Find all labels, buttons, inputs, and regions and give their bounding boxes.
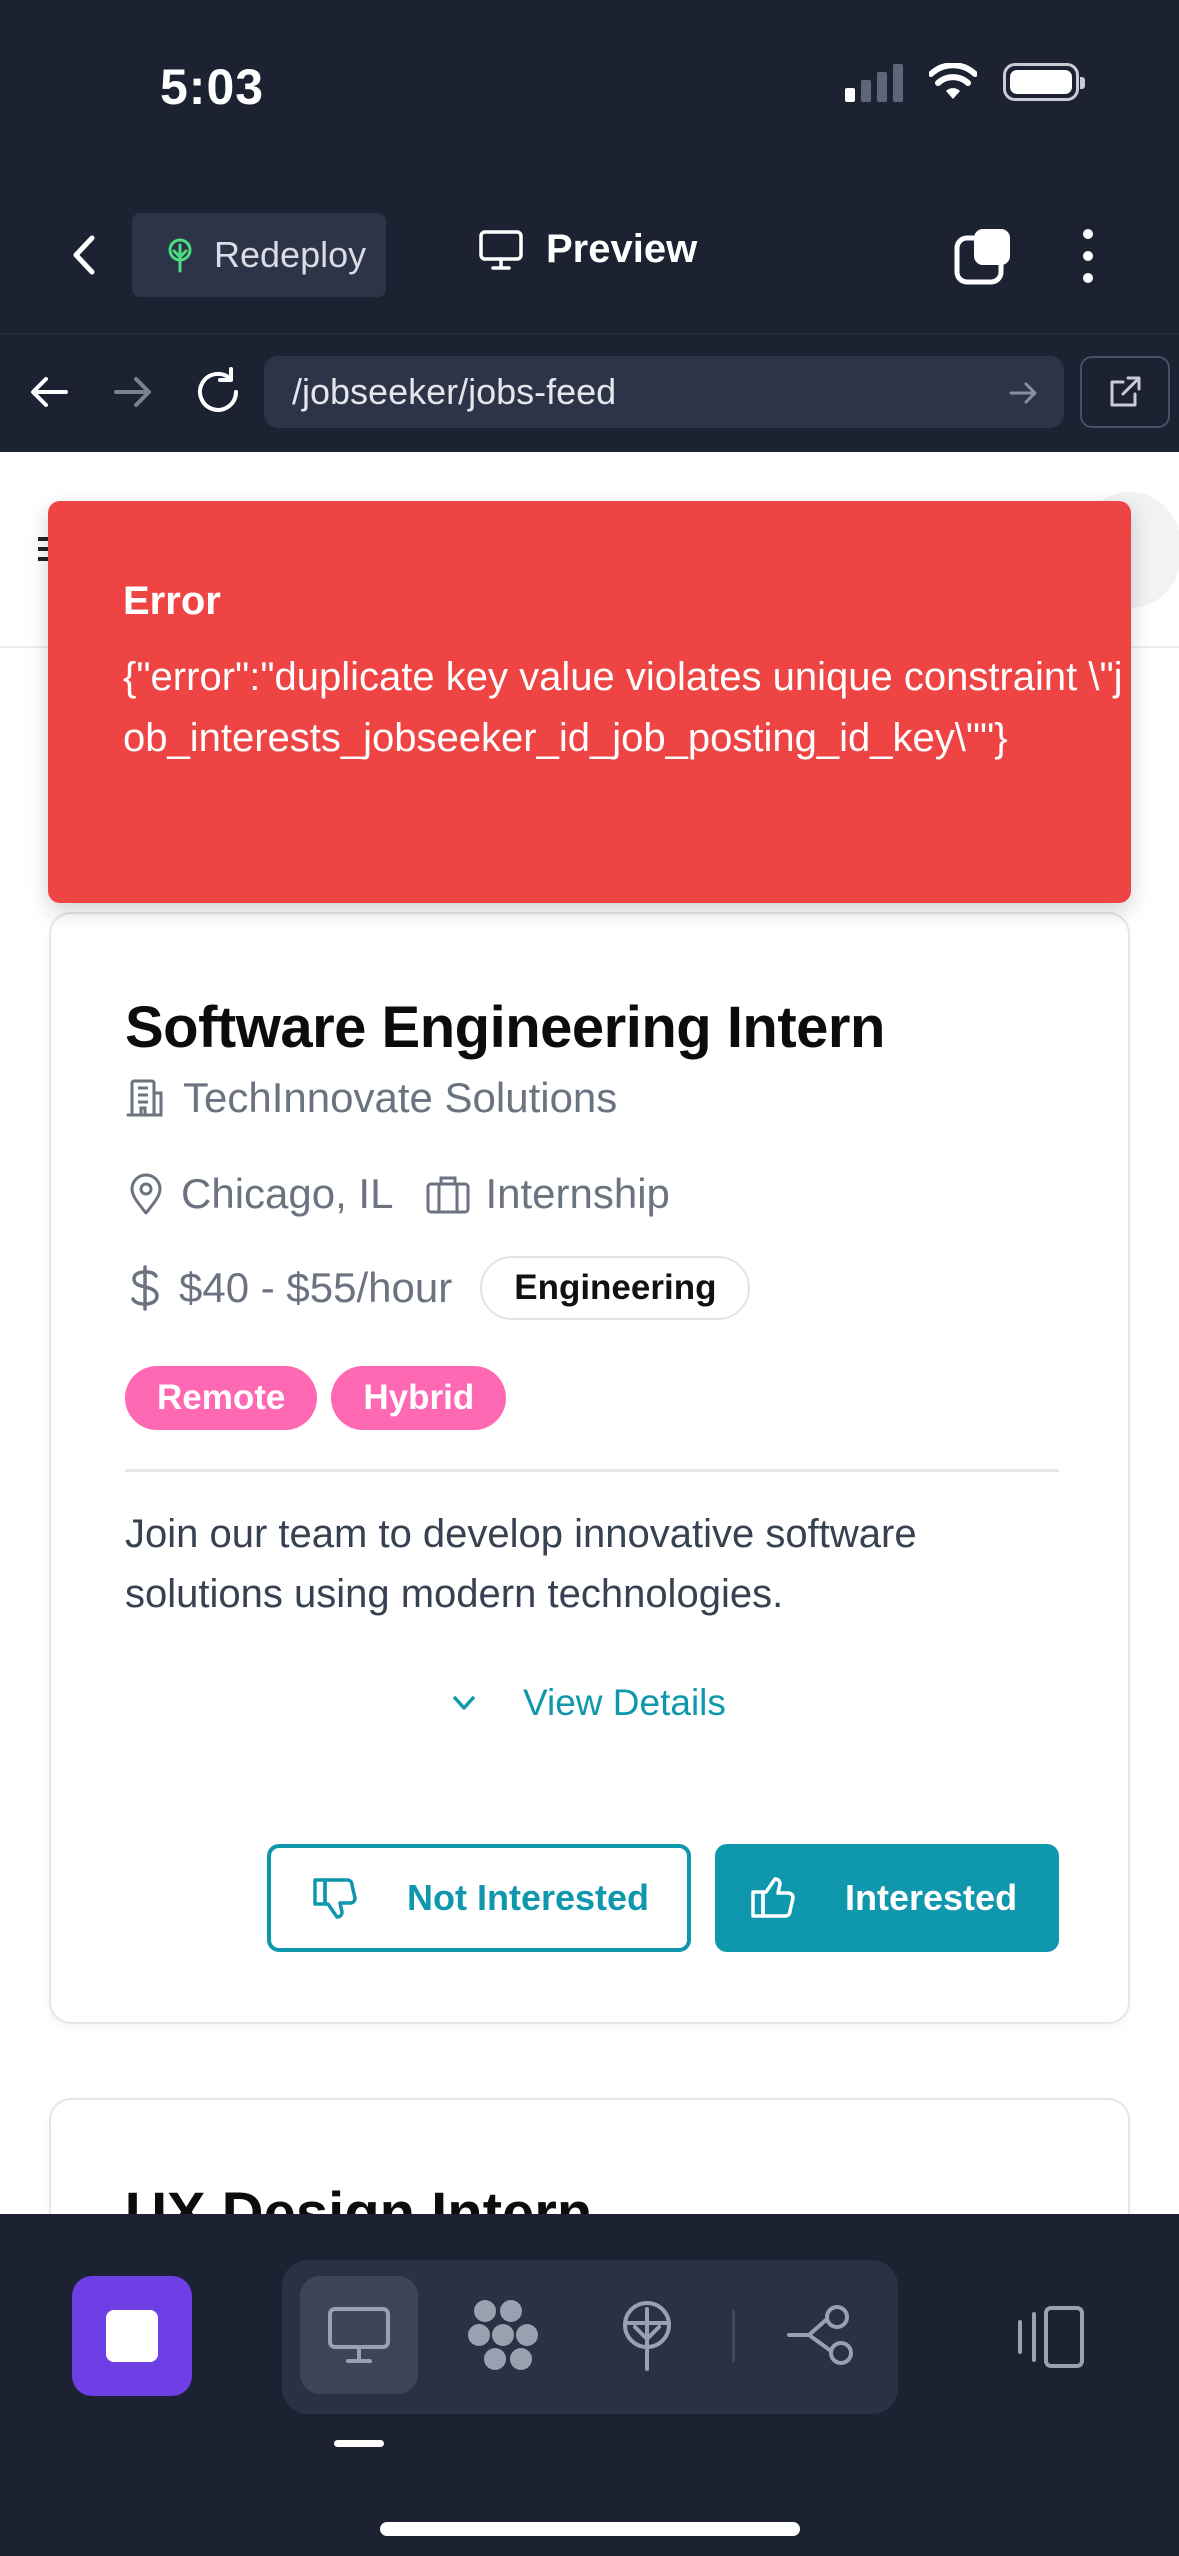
go-arrow-icon[interactable] [1006, 376, 1040, 410]
workflow-view-button[interactable] [762, 2276, 880, 2394]
redeploy-button[interactable]: Redeploy [132, 213, 386, 297]
redeploy-label: Redeploy [214, 234, 367, 275]
interested-button[interactable]: Interested [715, 1844, 1059, 1952]
view-switcher [282, 2260, 898, 2414]
bottom-toolbar [0, 2214, 1179, 2556]
view-details-link[interactable]: View Details [447, 1682, 726, 1724]
browser-url-bar: /jobseeker/jobs-feed [0, 333, 1179, 452]
home-indicator [380, 2522, 800, 2536]
map-pin-icon [130, 1173, 162, 1215]
tabs-icon[interactable] [954, 227, 1012, 285]
not-interested-label: Not Interested [407, 1877, 650, 1918]
view-details-label: View Details [523, 1682, 726, 1723]
company-name: TechInnovate Solutions [183, 1074, 618, 1121]
arrow-left-icon[interactable] [22, 364, 78, 420]
stop-icon [106, 2310, 158, 2362]
tag-remote: Remote [125, 1366, 318, 1430]
reload-icon[interactable] [190, 364, 246, 420]
arrow-right-icon[interactable] [104, 364, 160, 420]
job-type: Internship [485, 1170, 670, 1217]
status-time: 5:03 [160, 59, 265, 115]
preview-button[interactable]: Preview [478, 227, 697, 272]
puzzle-grid-icon [468, 2300, 538, 2370]
app-bar: Redeploy Preview [0, 205, 1179, 305]
more-vertical-icon[interactable] [1076, 227, 1100, 285]
category-badge: Engineering [480, 1256, 751, 1320]
location-row: Chicago, IL Internship [125, 1170, 670, 1218]
pay-range: $40 - $55/hour [179, 1264, 453, 1311]
building-icon [126, 1079, 163, 1117]
chevron-down-icon [453, 1696, 475, 1710]
interested-label: Interested [845, 1877, 1018, 1918]
deploy-view-button[interactable] [588, 2276, 706, 2394]
dollar-icon [131, 1265, 159, 1311]
job-description: Join our team to develop innovative soft… [125, 1512, 917, 1616]
url-text: /jobseeker/jobs-feed [292, 371, 617, 412]
preview-label: Preview [546, 227, 698, 271]
toast-title: Error [123, 579, 221, 623]
active-view-indicator [334, 2440, 384, 2447]
battery-icon [1003, 63, 1085, 101]
toast-message: {"error":"duplicate key value violates u… [123, 655, 1123, 760]
open-external-button[interactable] [1080, 356, 1170, 428]
monitor-icon [479, 229, 523, 270]
thumbs-down-icon [313, 1878, 357, 1919]
cellular-signal-icon [845, 62, 903, 102]
external-link-icon [1110, 376, 1141, 407]
extensions-view-button[interactable] [444, 2276, 562, 2394]
pay-row: $40 - $55/hour Engineering [125, 1256, 751, 1320]
tree-icon [623, 2301, 671, 2371]
status-icons [845, 62, 1085, 102]
error-toast[interactable]: Error {"error":"duplicate key value viol… [48, 501, 1131, 903]
job-location: Chicago, IL [181, 1170, 394, 1217]
company-row: TechInnovate Solutions [125, 1074, 617, 1122]
flow-icon [787, 2305, 853, 2365]
url-input[interactable]: /jobseeker/jobs-feed [264, 356, 1064, 428]
monitor-icon [328, 2307, 390, 2363]
toolbar-separator [732, 2310, 735, 2362]
not-interested-button[interactable]: Not Interested [267, 1844, 691, 1952]
job-title: Software Engineering Intern [125, 995, 885, 1060]
job-card: Software Engineering Intern TechInnovate… [49, 912, 1130, 2024]
work-mode-tags: Remote Hybrid [125, 1366, 507, 1430]
thumbs-up-icon [751, 1877, 795, 1918]
tag-hybrid: Hybrid [331, 1366, 507, 1430]
job-title: UX Design Intern [125, 2181, 593, 2214]
card-divider [125, 1469, 1059, 1472]
stop-button[interactable] [72, 2276, 192, 2396]
preview-view-button[interactable] [300, 2276, 418, 2394]
chevron-left-icon[interactable] [60, 230, 110, 280]
wifi-icon [929, 63, 977, 99]
job-card: UX Design Intern [49, 2098, 1130, 2214]
tree-icon [168, 238, 192, 273]
briefcase-icon [426, 1176, 470, 1214]
device-frame-icon[interactable] [1008, 2304, 1090, 2370]
